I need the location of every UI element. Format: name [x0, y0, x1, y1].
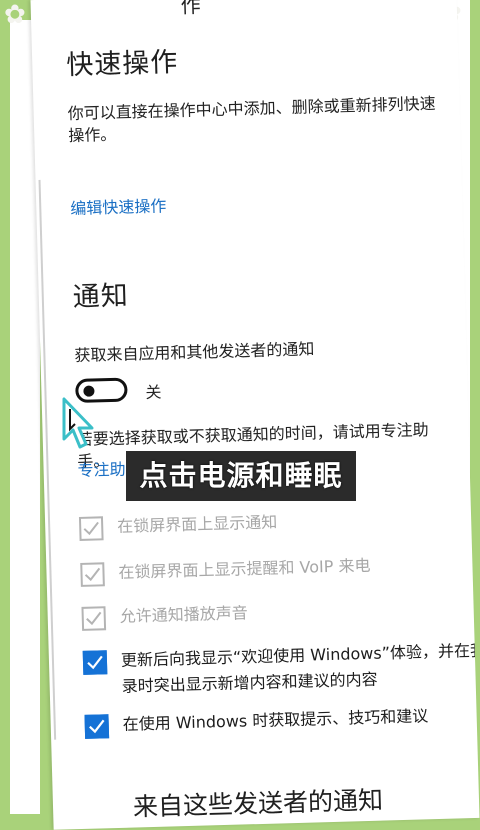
checkmark-icon [83, 521, 99, 536]
checkmark-icon [87, 655, 103, 670]
checkbox-label: 在使用 Windows 时获取提示、技巧和建议 [122, 706, 429, 734]
quick-actions-title: 快速操作 [65, 47, 179, 82]
checkbox[interactable] [78, 516, 104, 541]
scrollbar[interactable] [38, 179, 57, 740]
checkmark-icon [86, 611, 102, 626]
hand-cursor-icon [62, 397, 94, 449]
checkbox[interactable] [82, 650, 108, 675]
checkbox-label-line1: 更新后向我显示“欢迎使用 Windows”体验，并在我登 [120, 640, 480, 670]
decor-flower-icon: ✿ [4, 0, 26, 30]
checkbox[interactable] [81, 606, 107, 631]
caption-overlay: 点击电源和睡眠 [126, 451, 356, 501]
truncated-header: 作 [180, 0, 202, 18]
checkmark-icon [89, 719, 105, 734]
senders-section-title: 来自这些发送者的通知 [132, 785, 384, 822]
checkbox-label-line2: 录时突出显示新增内容和建议的内容 [121, 669, 378, 696]
checkbox-label: 在锁屏界面上显示通知 [116, 512, 278, 536]
checkbox-label: 允许通知播放声音 [119, 603, 248, 626]
quick-actions-description: 你可以直接在操作中心中添加、删除或重新排列快速操作。 [67, 93, 436, 146]
checkbox[interactable] [80, 562, 105, 587]
edit-quick-actions-link[interactable]: 编辑快速操作 [70, 192, 167, 219]
checkbox[interactable] [84, 714, 110, 739]
checkbox-label: 在锁屏界面上显示提醒和 VoIP 来电 [118, 555, 371, 582]
checkmark-icon [84, 567, 101, 582]
toggle-state-label: 关 [145, 382, 162, 403]
get-notifications-label: 获取来自应用和其他发送者的通知 [74, 339, 315, 366]
notifications-title: 通知 [72, 280, 130, 314]
